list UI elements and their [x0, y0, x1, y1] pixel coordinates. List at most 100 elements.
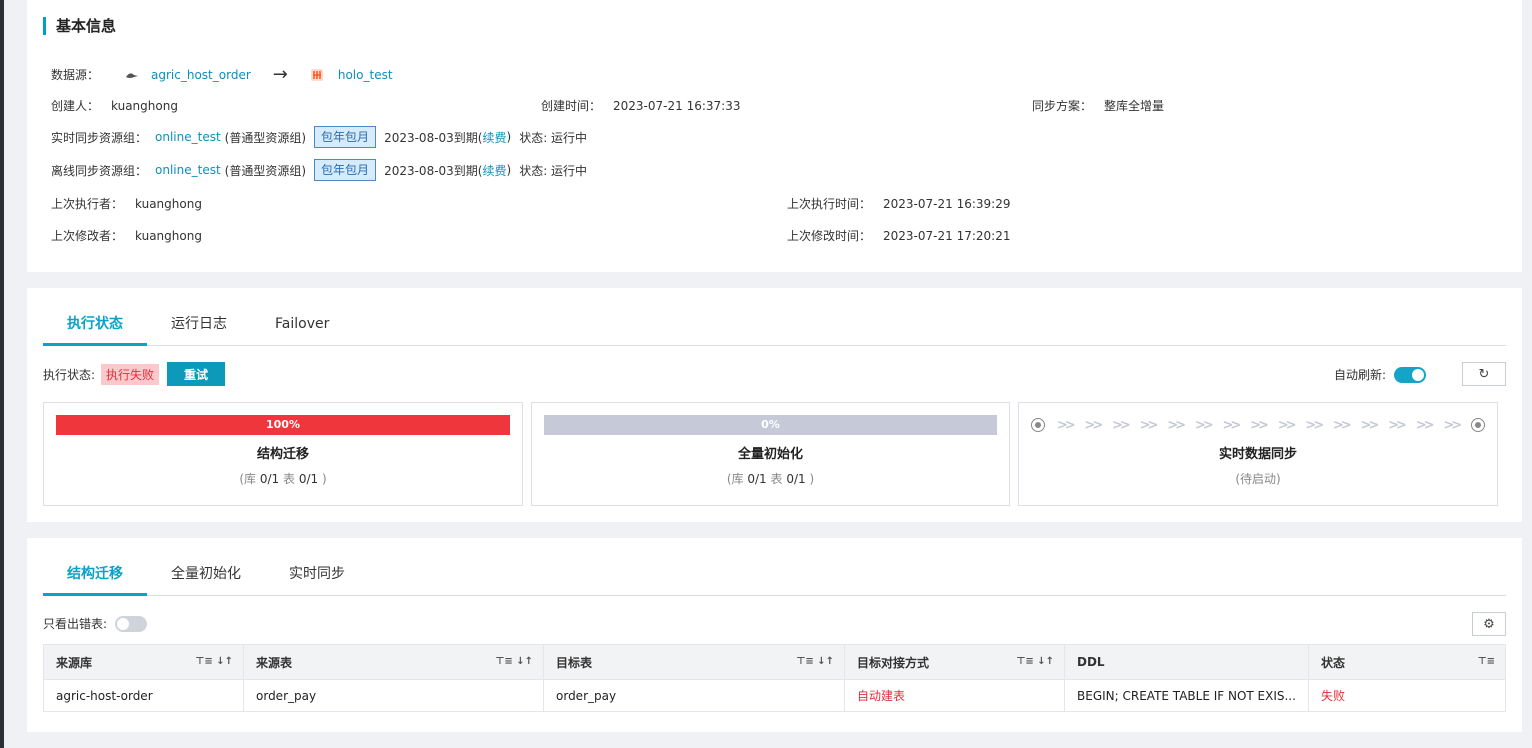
realtime-sub: (待启动)	[1235, 472, 1281, 486]
expire-suffix: )	[506, 163, 512, 177]
plan-label: 同步方案：	[1032, 99, 1093, 113]
detail-card: 结构迁移 全量初始化 实时同步 只看出错表: ⚙ 来源库 ⊤≡ ↓↑ 来源表 ⊤≡ …	[27, 538, 1522, 732]
creator-label: 创建人：	[51, 99, 100, 113]
chevron-icon: >>	[1222, 417, 1241, 433]
exec-status-card: 执行状态 运行日志 Failover 执行状态: 执行失败 重试 自动刷新: ↻…	[27, 288, 1522, 522]
cell-src-tbl: order_pay	[243, 679, 544, 712]
last-mod-row: 上次修改者： kuanghong	[51, 227, 202, 244]
col-dst-tbl: 目标表 ⊤≡ ↓↑	[543, 644, 845, 680]
created-label: 创建时间：	[541, 99, 602, 113]
migration-table: 来源库 ⊤≡ ↓↑ 来源表 ⊤≡ ↓↑ 目标表 ⊤≡ ↓↑ 目标对接方式 ⊤≡ ↓↑ D…	[43, 644, 1507, 712]
renew-link[interactable]: 续费	[482, 129, 506, 146]
tab-failover[interactable]: Failover	[275, 310, 329, 346]
creator-row: 创建人： kuanghong	[51, 97, 178, 114]
realtime-group-link[interactable]: online_test	[155, 130, 221, 144]
col-status: 状态 ⊤≡	[1307, 644, 1507, 680]
cell-ddl[interactable]: BEGIN; CREATE TABLE IF NOT EXIS...	[1064, 679, 1309, 712]
chevron-icon: >>	[1332, 417, 1352, 433]
target-link[interactable]: holo_test	[338, 68, 393, 82]
last-exec-time-row: 上次执行时间： 2023-07-21 16:39:29	[787, 195, 1010, 212]
realtime-group-row: 实时同步资源组： online_test (普通型资源组) 包年包月 2023-…	[51, 126, 587, 148]
arrow-right-icon: →	[272, 64, 288, 85]
chevron-icon: >>	[1056, 417, 1076, 433]
structure-progress-bar: 100%	[56, 415, 510, 435]
panel-full-init: 0% 全量初始化 (库 0/1 表 0/1 )	[531, 402, 1010, 506]
expire-text: 2023-08-03到期(	[384, 130, 483, 145]
auto-refresh-row: 自动刷新:	[1334, 366, 1426, 383]
col-mode: 目标对接方式 ⊤≡ ↓↑	[844, 644, 1065, 680]
target-end-icon	[1470, 418, 1485, 432]
gear-icon: ⚙	[1483, 616, 1495, 632]
chevron-icon: >>	[1139, 417, 1159, 433]
renew-link[interactable]: 续费	[482, 162, 506, 179]
col-src-db: 来源库 ⊤≡ ↓↑	[43, 644, 244, 680]
chevron-icon: >>	[1305, 417, 1324, 433]
auto-refresh-label: 自动刷新:	[1333, 368, 1386, 382]
offline-group-label: 离线同步资源组：	[51, 163, 148, 178]
last-mod-value: kuanghong	[135, 228, 202, 243]
refresh-button[interactable]: ↻	[1462, 362, 1506, 386]
created-row: 创建时间： 2023-07-21 16:37:33	[541, 97, 740, 114]
last-exec-time-label: 上次执行时间：	[787, 197, 872, 211]
last-mod-label: 上次修改者：	[51, 229, 124, 243]
billing-tag: 包年包月	[314, 126, 377, 148]
last-exec-value: kuanghong	[135, 196, 202, 211]
realtime-group-label: 实时同步资源组：	[51, 130, 148, 145]
hologres-icon	[310, 68, 323, 81]
expire-text: 2023-08-03到期(	[384, 163, 483, 178]
datasource-row: 数据源： agric_host_order → holo_test	[51, 64, 393, 85]
last-mod-time-label: 上次修改时间：	[787, 229, 872, 243]
exec-status-badge: 执行失败	[101, 363, 160, 385]
settings-button[interactable]: ⚙	[1472, 612, 1506, 636]
created-value: 2023-07-21 16:37:33	[613, 98, 741, 113]
table-header-row: 来源库 ⊤≡ ↓↑ 来源表 ⊤≡ ↓↑ 目标表 ⊤≡ ↓↑ 目标对接方式 ⊤≡ ↓↑ D…	[43, 644, 1507, 680]
filter-sort-icon[interactable]: ⊤≡ ↓↑	[1016, 656, 1054, 667]
exec-status-row: 执行状态: 执行失败 重试	[43, 362, 226, 386]
chevron-icon: >>	[1277, 417, 1297, 433]
realtime-flow: >> >> >> >> >> >> >> >> >> >> >> >> >> >…	[1031, 415, 1485, 435]
last-exec-time-value: 2023-07-21 16:39:29	[883, 196, 1011, 211]
full-init-progress-bar: 0%	[544, 415, 997, 435]
chevron-icon: >>	[1167, 417, 1186, 433]
chevron-icon: >>	[1360, 417, 1380, 433]
col-src-tbl: 来源表 ⊤≡ ↓↑	[243, 644, 544, 680]
panel-structure-migration: 100% 结构迁移 (库 0/1 表 0/1 )	[43, 402, 523, 506]
realtime-group-type: (普通型资源组)	[224, 130, 307, 145]
mysql-icon	[126, 72, 139, 78]
filter-icon[interactable]: ⊤≡	[1477, 656, 1495, 667]
filter-sort-icon[interactable]: ⊤≡ ↓↑	[796, 656, 834, 667]
tab-exec-status[interactable]: 执行状态	[43, 310, 147, 346]
retry-button[interactable]: 重试	[167, 362, 226, 386]
cell-mode: 自动建表	[844, 679, 1065, 712]
datasource-label: 数据源：	[51, 68, 100, 82]
full-init-title: 全量初始化	[737, 447, 803, 462]
plan-value: 整库全增量	[1104, 99, 1165, 113]
tab-run-log[interactable]: 运行日志	[171, 310, 227, 346]
auto-refresh-toggle[interactable]	[1394, 366, 1426, 383]
realtime-group-status: 状态: 运行中	[519, 130, 588, 145]
filter-sort-icon[interactable]: ⊤≡ ↓↑	[195, 656, 233, 667]
offline-group-link[interactable]: online_test	[155, 163, 221, 177]
last-mod-time-row: 上次修改时间： 2023-07-21 17:20:21	[787, 227, 1010, 244]
offline-group-row: 离线同步资源组： online_test (普通型资源组) 包年包月 2023-…	[51, 159, 587, 181]
target-start-icon	[1031, 418, 1045, 432]
expire-suffix: )	[506, 130, 512, 144]
offline-group-type: (普通型资源组)	[224, 163, 307, 178]
left-sidebar-edge	[0, 0, 4, 748]
chevron-icon: >>	[1388, 417, 1407, 433]
filter-sort-icon[interactable]: ⊤≡ ↓↑	[495, 656, 533, 667]
structure-title: 结构迁移	[256, 447, 309, 462]
only-error-toggle[interactable]	[115, 615, 148, 632]
cell-status: 失败	[1307, 679, 1507, 712]
chevron-icon: >>	[1194, 417, 1214, 433]
tab-structure-migration[interactable]: 结构迁移	[43, 560, 147, 596]
chevron-icon: >>	[1084, 417, 1103, 433]
billing-tag: 包年包月	[314, 159, 377, 181]
panel-realtime-sync: >> >> >> >> >> >> >> >> >> >> >> >> >> >…	[1018, 402, 1498, 506]
only-error-row: 只看出错表:	[43, 615, 148, 632]
tab-realtime-sync[interactable]: 实时同步	[289, 560, 345, 596]
chevron-icon: >>	[1112, 417, 1131, 433]
tab-full-init[interactable]: 全量初始化	[171, 560, 241, 596]
plan-row: 同步方案： 整库全增量	[1032, 97, 1164, 114]
source-link[interactable]: agric_host_order	[151, 68, 251, 82]
